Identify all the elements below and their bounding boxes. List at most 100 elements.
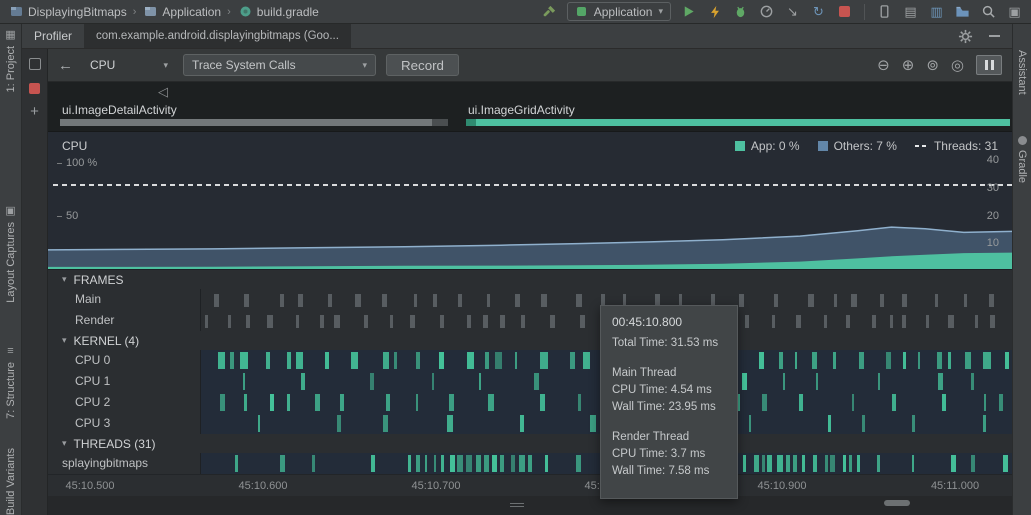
chevron-down-icon: ▾ (658, 7, 663, 16)
activity-tick (416, 394, 418, 411)
splitter-handle[interactable] (510, 503, 524, 507)
pause-live-button[interactable] (976, 55, 1002, 75)
activity-tick (467, 315, 471, 328)
tool-button-layout-captures[interactable]: ▣ Layout Captures (0, 206, 21, 303)
reset-zoom-icon[interactable]: ⊚ (926, 58, 939, 73)
logcat-icon[interactable]: ▥ (928, 3, 945, 20)
tooltip-main-wall: Wall Time: 23.95 ms (612, 399, 726, 416)
activity-tick (745, 315, 749, 328)
activity-tick (287, 394, 290, 411)
activity-bar-detail[interactable] (60, 119, 448, 126)
zoom-in-icon[interactable]: ⊕ (902, 58, 915, 73)
back-arrow-icon[interactable]: ← (58, 57, 73, 74)
activity-tick (849, 455, 852, 472)
activity-tick (975, 315, 979, 328)
hide-icon[interactable] (989, 35, 1000, 37)
profiler-icon[interactable] (758, 3, 775, 20)
activity-timeline[interactable]: ◁ ui.ImageDetailActivity ui.ImageGridAct… (48, 82, 1012, 132)
activity-tick (743, 455, 746, 472)
frames-row-render[interactable]: Render (48, 310, 1012, 331)
horizontal-scrollbar-thumb[interactable] (884, 500, 910, 506)
layout-inspector-icon[interactable]: ▤ (902, 3, 919, 20)
activity-tick (989, 294, 994, 307)
activity-tick (738, 394, 740, 411)
kernel-row[interactable]: CPU 1 (48, 371, 1012, 392)
gear-icon[interactable] (957, 28, 974, 45)
tool-window-tabbar: Profiler com.example.android.displayingb… (22, 24, 1012, 49)
build-hammer-icon[interactable] (541, 3, 558, 20)
activity-tick (408, 455, 410, 472)
kernel-row[interactable]: CPU 2 (48, 392, 1012, 413)
threads-section-header[interactable]: ▾ THREADS (31) (48, 434, 1012, 453)
trace-type-dropdown[interactable]: Trace System Calls ▾ (183, 54, 376, 76)
activity-tick (935, 294, 938, 307)
tool-button-label: Build Variants (5, 448, 17, 515)
attach-debugger-icon[interactable]: ↘ (784, 3, 801, 20)
activity-tick (483, 315, 488, 328)
session-device-icon[interactable] (29, 58, 41, 70)
device-manager-icon[interactable] (876, 3, 893, 20)
activity-tick (432, 373, 435, 390)
activity-tick (383, 352, 389, 369)
cpu-usage-chart[interactable]: CPU 100 % 50 40 30 20 10 App: 0 % Others… (48, 132, 1012, 270)
activity-tick (578, 394, 581, 411)
tool-button-gradle[interactable]: Gradle (1013, 136, 1031, 183)
apply-changes-icon[interactable] (706, 3, 723, 20)
time-axis[interactable]: 45:10.500 45:10.600 45:10.700 45:10.800 … (48, 474, 1012, 496)
session-tab[interactable]: com.example.android.displayingbitmaps (G… (84, 24, 351, 48)
new-session-icon[interactable]: + (30, 107, 39, 117)
record-button[interactable]: Record (386, 54, 459, 76)
breadcrumb-file-label: build.gradle (257, 5, 319, 19)
activity-tick (328, 294, 332, 307)
activity-tick (938, 373, 943, 390)
debug-icon[interactable] (732, 3, 749, 20)
tool-window-title: Profiler (22, 24, 84, 48)
profiler-view-dropdown[interactable]: CPU ▾ (85, 58, 173, 72)
tool-button-assistant[interactable]: Assistant (1013, 50, 1031, 95)
run-icon[interactable] (680, 3, 697, 20)
breadcrumb-separator: › (130, 6, 140, 18)
activity-tick (964, 294, 967, 307)
tool-button-structure[interactable]: ≡ 7: Structure (0, 346, 21, 419)
activity-tick (942, 394, 946, 411)
search-icon[interactable] (980, 3, 997, 20)
activity-tick (576, 294, 581, 307)
frames-section-header[interactable]: ▾ FRAMES (48, 270, 1012, 289)
stop-icon[interactable] (836, 3, 853, 20)
device-explorer-icon[interactable] (954, 3, 971, 20)
activity-tick (287, 352, 292, 369)
kernel-row[interactable]: CPU 0 (48, 350, 1012, 371)
breadcrumb-project[interactable]: DisplayingBitmaps (28, 5, 127, 19)
frames-row-main[interactable]: Main (48, 289, 1012, 310)
activity-tick (450, 455, 455, 472)
zoom-out-icon[interactable]: ⊖ (877, 58, 890, 73)
activity-tick (457, 455, 463, 472)
activity-label: ui.ImageDetailActivity (62, 103, 177, 117)
breadcrumb-file[interactable]: build.gradle (257, 5, 319, 19)
activity-tick (355, 294, 361, 307)
notifications-icon[interactable]: ▣ (1006, 3, 1023, 20)
axis-tick-label: 100 % (57, 157, 97, 169)
collapse-triangle-icon: ▾ (62, 274, 67, 285)
kernel-row-label: CPU 0 (48, 350, 200, 371)
activity-tick (912, 455, 914, 472)
kernel-section-header[interactable]: ▾ KERNEL (4) (48, 331, 1012, 350)
end-session-icon[interactable] (29, 83, 40, 94)
sync-icon[interactable]: ↻ (810, 3, 827, 20)
activity-tick (484, 455, 490, 472)
activity-bar-grid[interactable] (466, 119, 1010, 126)
breadcrumb-module[interactable]: Application (162, 5, 221, 19)
profiler-sessions-strip: + (22, 49, 48, 515)
tool-button-label: Layout Captures (5, 222, 17, 303)
gradle-file-icon (237, 3, 254, 20)
activity-tick (774, 294, 777, 307)
zoom-to-selection-icon[interactable]: ◎ (951, 58, 964, 73)
run-configuration-dropdown[interactable]: Application ▾ (567, 2, 671, 21)
tooltip-render-wall: Wall Time: 7.58 ms (612, 463, 726, 480)
tool-button-build-variants[interactable]: Build Variants (0, 448, 21, 515)
tool-button-project[interactable]: ▦ 1: Project (0, 30, 21, 92)
kernel-row[interactable]: CPU 3 (48, 413, 1012, 434)
activity-tick (851, 294, 857, 307)
thread-row[interactable]: splayingbitmaps (48, 453, 1012, 474)
activity-tick (1005, 352, 1009, 369)
